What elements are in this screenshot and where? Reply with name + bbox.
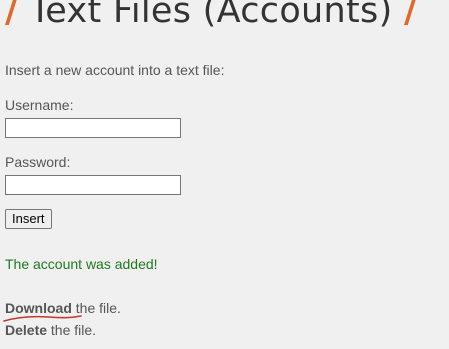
status-message: The account was added! [5,256,158,272]
password-label: Password: [5,154,71,170]
delete-suffix: the file. [47,322,97,338]
username-field[interactable] [5,118,181,138]
username-label: Username: [5,97,74,113]
password-field[interactable] [5,175,181,195]
title-slash-right: / [403,0,418,31]
page-title: / Text Files (Accounts) / [5,0,417,31]
title-slash-left: / [5,0,19,31]
insert-button[interactable]: Insert [5,209,52,229]
delete-line: Delete the file. [5,322,96,338]
delete-link[interactable]: Delete [5,322,47,338]
form-intro: Insert a new account into a text file: [5,62,225,78]
title-text: Text Files (Accounts) [29,0,393,31]
